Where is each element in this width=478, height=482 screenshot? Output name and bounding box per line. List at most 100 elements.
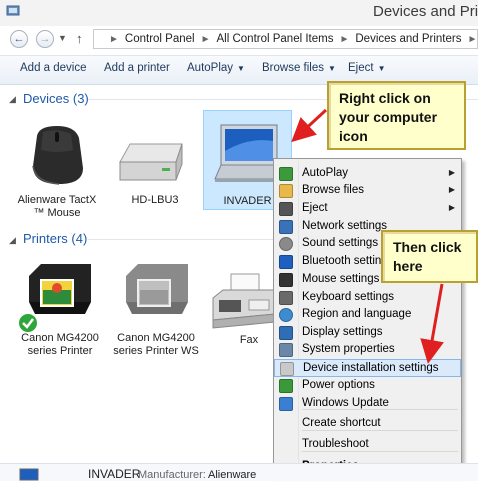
menu-item-label: Keyboard settings bbox=[302, 291, 395, 303]
keyboard-icon bbox=[279, 291, 293, 305]
autoplay-menu-button[interactable]: AutoPlay ▼ bbox=[187, 62, 245, 74]
device-tile-hd-lbu3[interactable]: HD-LBU3 bbox=[110, 118, 200, 218]
menu-item-browse-files[interactable]: Browse files ▶ bbox=[274, 182, 461, 200]
menu-item-label: Create shortcut bbox=[302, 417, 381, 429]
submenu-arrow-icon: ▶ bbox=[448, 168, 455, 177]
menu-item-label: AutoPlay bbox=[302, 167, 349, 179]
instruction-callout-1: Right click on your computer icon bbox=[327, 81, 466, 150]
printers-count: (4) bbox=[71, 231, 88, 246]
add-device-button[interactable]: Add a device bbox=[20, 62, 87, 74]
default-printer-check-icon bbox=[17, 312, 39, 334]
eject-icon bbox=[279, 202, 293, 216]
device-label: HD-LBU3 bbox=[131, 194, 179, 206]
address-bar[interactable]: ► Control Panel ► All Control Panel Item… bbox=[93, 29, 478, 49]
menu-item-label: System properties bbox=[302, 343, 395, 355]
context-menu: AutoPlay ▶ Browse files ▶ Eject ▶ Network sett… bbox=[273, 158, 462, 476]
callout-line: your computer bbox=[339, 109, 438, 125]
devices-count: (3) bbox=[72, 91, 89, 106]
mouse-icon bbox=[279, 273, 293, 287]
details-device-name: INVADER bbox=[88, 467, 141, 481]
window-title: Devices and Printe bbox=[373, 3, 478, 20]
printers-group-header[interactable]: Printers (4) bbox=[23, 231, 87, 246]
submenu-arrow-icon: ▶ bbox=[448, 203, 455, 212]
menu-item-windows-update[interactable]: Windows Update bbox=[274, 395, 461, 413]
printer-tile-canon-ws[interactable]: Canon MG4200 series Printer WS bbox=[110, 254, 202, 364]
menu-item-label: Mouse settings bbox=[302, 273, 380, 285]
breadcrumb-chevron-icon: ► bbox=[467, 33, 478, 45]
menu-item-label: Browse files bbox=[302, 184, 364, 196]
device-install-icon bbox=[280, 362, 294, 376]
collapse-printers-icon[interactable]: ◢ bbox=[9, 235, 16, 246]
device-tile-mouse[interactable]: Alienware TactX ™ Mouse bbox=[12, 118, 102, 219]
breadcrumb-chevron-icon: ► bbox=[109, 33, 119, 45]
mouse-icon bbox=[32, 126, 83, 185]
printer-label: Canon MG4200 series Printer bbox=[21, 332, 99, 357]
up-button[interactable]: ↑ bbox=[76, 31, 83, 46]
menu-item-power-options[interactable]: Power options bbox=[274, 377, 461, 395]
menu-item-label: Sound settings bbox=[302, 237, 379, 249]
bluetooth-icon bbox=[279, 255, 293, 269]
device-label: Alienware TactX ™ Mouse bbox=[17, 194, 97, 219]
autoplay-icon bbox=[279, 167, 293, 181]
menu-item-device-installation-settings[interactable]: Device installation settings bbox=[274, 359, 461, 377]
globe-icon bbox=[279, 308, 293, 322]
external-drive-icon bbox=[119, 143, 183, 181]
forward-arrow-icon: → bbox=[39, 33, 51, 45]
add-printer-button[interactable]: Add a printer bbox=[104, 62, 170, 74]
display-icon bbox=[279, 326, 293, 340]
menu-separator bbox=[302, 430, 458, 431]
fax-icon bbox=[212, 273, 276, 329]
menu-separator bbox=[302, 409, 458, 410]
browse-files-menu-button[interactable]: Browse files ▼ bbox=[262, 62, 336, 74]
history-dropdown-icon[interactable]: ▼ bbox=[58, 33, 67, 43]
autoplay-label: AutoPlay bbox=[187, 62, 234, 74]
breadcrumb-devices-printers[interactable]: Devices and Printers bbox=[355, 33, 461, 45]
menu-item-label: Display settings bbox=[302, 326, 383, 338]
menu-item-label: Windows Update bbox=[302, 397, 389, 409]
menu-item-label: Network settings bbox=[302, 220, 388, 232]
submenu-arrow-icon: ▶ bbox=[448, 185, 455, 194]
dropdown-arrow-icon: ▼ bbox=[328, 64, 336, 73]
menu-item-label: Power options bbox=[302, 379, 375, 391]
browse-files-label: Browse files bbox=[262, 62, 324, 74]
menu-item-label: Troubleshoot bbox=[302, 438, 369, 450]
menu-item-autoplay[interactable]: AutoPlay ▶ bbox=[274, 165, 461, 183]
back-arrow-icon: ← bbox=[13, 33, 25, 45]
collapse-devices-icon[interactable]: ◢ bbox=[9, 94, 16, 105]
forward-button[interactable]: → bbox=[36, 30, 54, 48]
menu-item-label: Device installation settings bbox=[303, 362, 439, 374]
menu-item-system-properties[interactable]: System properties bbox=[274, 341, 461, 359]
breadcrumb-all-items[interactable]: All Control Panel Items bbox=[217, 33, 334, 45]
printer-tile-canon[interactable]: Canon MG4200 series Printer bbox=[15, 254, 105, 364]
network-icon bbox=[279, 220, 293, 234]
arrow-to-computer-icon bbox=[291, 108, 328, 143]
details-manufacturer-value: Alienware bbox=[208, 469, 257, 481]
devices-app-icon bbox=[6, 5, 20, 16]
menu-item-display-settings[interactable]: Display settings bbox=[274, 324, 461, 342]
menu-separator bbox=[302, 451, 458, 452]
breadcrumb-control-panel[interactable]: Control Panel bbox=[125, 33, 195, 45]
menu-item-label: Region and language bbox=[302, 308, 412, 320]
breadcrumb-chevron-icon: ► bbox=[339, 33, 350, 45]
devices-header-label: Devices bbox=[23, 91, 70, 106]
printer-label: Canon MG4200 series Printer WS bbox=[113, 332, 199, 357]
menu-item-region-and-language[interactable]: Region and language bbox=[274, 306, 461, 324]
callout-line: Right click on bbox=[339, 90, 431, 106]
eject-menu-button[interactable]: Eject ▼ bbox=[348, 62, 386, 74]
eject-label: Eject bbox=[348, 62, 374, 74]
menu-item-eject[interactable]: Eject ▶ bbox=[274, 200, 461, 218]
up-arrow-icon: ↑ bbox=[76, 31, 83, 46]
menu-item-label: Eject bbox=[302, 202, 328, 214]
callout-line: icon bbox=[339, 128, 368, 144]
power-icon bbox=[279, 379, 293, 393]
system-icon bbox=[279, 343, 293, 357]
callout-line: here bbox=[393, 258, 423, 274]
devices-group-header[interactable]: Devices (3) bbox=[23, 91, 89, 106]
printers-header-label: Printers bbox=[23, 231, 68, 246]
back-button[interactable]: ← bbox=[10, 30, 28, 48]
sound-icon bbox=[279, 237, 293, 251]
menu-item-keyboard-settings[interactable]: Keyboard settings bbox=[274, 289, 461, 307]
details-manufacturer-label: Manufacturer: bbox=[138, 469, 206, 481]
dropdown-arrow-icon: ▼ bbox=[377, 64, 386, 73]
group-divider bbox=[88, 239, 273, 240]
